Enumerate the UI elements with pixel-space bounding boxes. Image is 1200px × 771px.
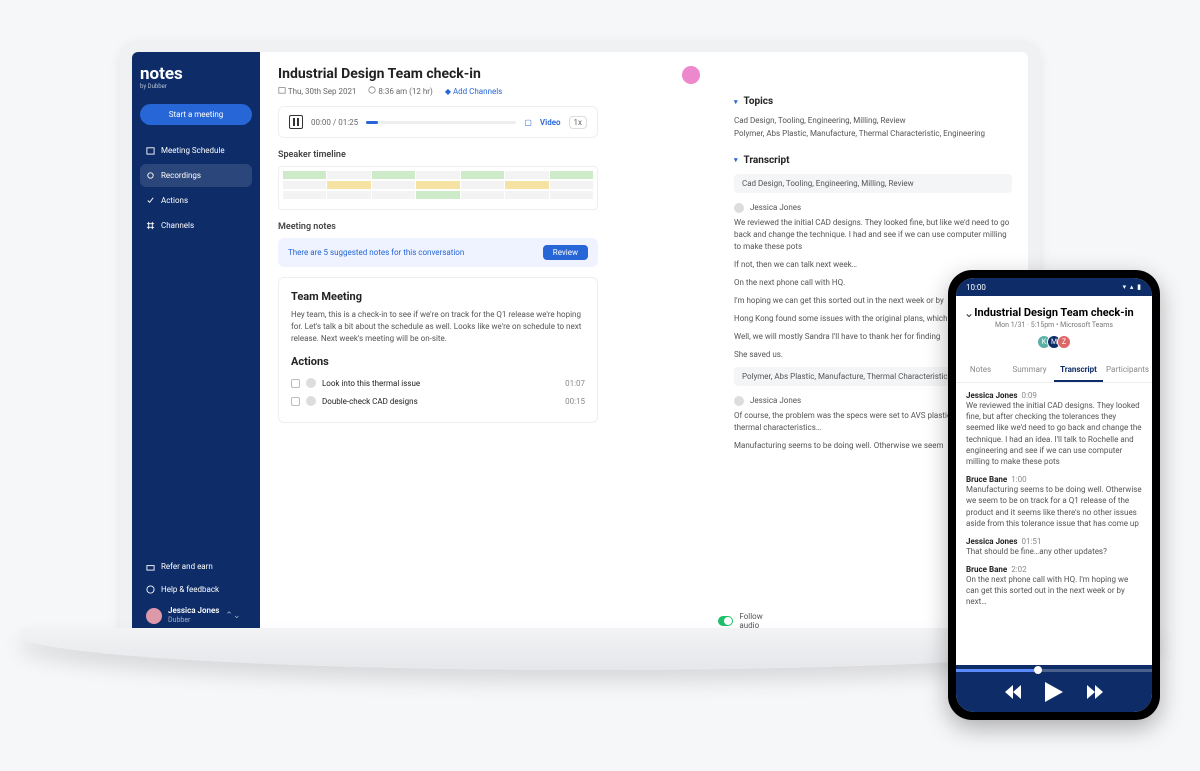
nav-label: Channels [161, 221, 194, 230]
transcript-speaker: Jessica Jones [734, 203, 1012, 213]
sidebar: notes by Dubber Start a meeting Meeting … [132, 52, 260, 640]
user-org: Dubber [168, 616, 219, 624]
chevron-updown-icon: ⌃⌄ [225, 611, 240, 621]
tab-notes[interactable]: Notes [956, 359, 1005, 382]
transcript-line: We reviewed the initial CAD designs. The… [734, 217, 1012, 253]
transcript-entry: Bruce Bane1:00 Manufacturing seems to be… [966, 475, 1142, 529]
hash-icon [146, 221, 155, 230]
phone-subtitle: Mon 1/31 · 5:15pm • Microsoft Teams [966, 321, 1142, 329]
transcript-line: If not, then we can talk next week… [734, 259, 1012, 271]
transcript-entry: Jessica Jones0:09 We reviewed the initia… [966, 391, 1142, 467]
meeting-meta: Thu, 30th Sep 2021 8:36 am (12 hr) ◆ Add… [278, 86, 700, 96]
audio-player: 00:00 / 01:25 ▢ Video 1x [278, 106, 598, 138]
tab-transcript[interactable]: Transcript [1054, 359, 1103, 382]
page-title: Industrial Design Team check-in [278, 66, 700, 82]
scrubber[interactable] [366, 121, 516, 124]
rewind-button[interactable] [1005, 685, 1021, 699]
transcript-entry: Bruce Bane2:02 On the next phone call wi… [966, 565, 1142, 608]
checkbox[interactable] [291, 379, 300, 388]
logo: notes [140, 66, 252, 83]
notes-title: Team Meeting [291, 290, 585, 303]
chevron-down-icon: ▾ [734, 156, 738, 164]
transcript-topic-chip: Cad Design, Tooling, Engineering, Millin… [734, 174, 1012, 193]
video-button[interactable]: Video [540, 118, 561, 127]
suggested-notes-banner: There are 5 suggested notes for this con… [278, 238, 598, 267]
actions-heading: Actions [291, 355, 585, 368]
clock: 10:00 [966, 283, 986, 292]
speed-button[interactable]: 1x [569, 116, 587, 129]
action-timestamp: 01:07 [565, 379, 585, 388]
action-timestamp: 00:15 [565, 397, 585, 406]
refer-label: Refer and earn [161, 562, 213, 571]
avatar [146, 608, 162, 624]
action-text: Look into this thermal issue [322, 379, 420, 388]
recordings-icon [146, 171, 155, 180]
notes-body: Hey team, this is a check-in to see if w… [291, 309, 585, 345]
phone-title: Industrial Design Team check-in [966, 306, 1142, 319]
nav-label: Actions [161, 196, 188, 205]
pause-button[interactable] [289, 115, 303, 129]
phone-header: ⌄ Industrial Design Team check-in Mon 1/… [956, 296, 1152, 359]
speaker-timeline[interactable] [278, 166, 598, 210]
transcript-toggle[interactable]: ▾Transcript [734, 155, 1012, 166]
topics-toggle[interactable]: ▾Topics [734, 96, 1012, 107]
logo-sub: by Dubber [140, 83, 252, 90]
user-menu[interactable]: Jessica Jones Dubber ⌃⌄ [140, 601, 252, 630]
action-item[interactable]: Double-check CAD designs 00:15 [291, 392, 585, 410]
sidebar-item-schedule[interactable]: Meeting Schedule [140, 139, 252, 162]
forward-button[interactable] [1087, 685, 1103, 699]
back-button[interactable]: ⌄ [964, 306, 974, 320]
account-avatar[interactable] [682, 66, 700, 84]
calendar-icon [146, 146, 155, 155]
review-button[interactable]: Review [543, 245, 588, 260]
speaker-timeline-heading: Speaker timeline [278, 150, 700, 160]
help-link[interactable]: Help & feedback [140, 578, 252, 601]
check-icon [146, 196, 155, 205]
play-button[interactable] [1045, 682, 1063, 702]
gift-icon [146, 562, 155, 571]
action-text: Double-check CAD designs [322, 397, 418, 406]
tab-participants[interactable]: Participants [1103, 359, 1152, 382]
player-time: 00:00 / 01:25 [311, 118, 358, 127]
assignee-avatar [306, 396, 316, 406]
avatar: Z [1057, 335, 1071, 349]
speaker-avatar [734, 203, 744, 213]
follow-audio-toggle[interactable] [718, 616, 733, 626]
phone-tabs: Notes Summary Transcript Participants [956, 359, 1152, 383]
phone-mockup: 10:00 ▾ ▴ ▮ ⌄ Industrial Design Team che… [948, 270, 1160, 720]
sidebar-item-recordings[interactable]: Recordings [140, 164, 252, 187]
nav-label: Meeting Schedule [161, 146, 225, 155]
status-icons: ▾ ▴ ▮ [1123, 283, 1142, 291]
chevron-down-icon: ▾ [734, 98, 738, 106]
add-channels-link[interactable]: ◆ Add Channels [445, 87, 502, 96]
meeting-date: Thu, 30th Sep 2021 [288, 87, 357, 96]
action-item[interactable]: Look into this thermal issue 01:07 [291, 374, 585, 392]
sidebar-item-actions[interactable]: Actions [140, 189, 252, 212]
status-bar: 10:00 ▾ ▴ ▮ [956, 278, 1152, 296]
refer-link[interactable]: Refer and earn [140, 555, 252, 578]
participant-avatars[interactable]: K M Z [966, 335, 1142, 349]
sidebar-item-channels[interactable]: Channels [140, 214, 252, 237]
meeting-notes-heading: Meeting notes [278, 222, 700, 232]
video-icon: ▢ [524, 118, 532, 127]
checkbox[interactable] [291, 397, 300, 406]
speaker-avatar [734, 396, 744, 406]
banner-text: There are 5 suggested notes for this con… [288, 248, 464, 257]
help-icon [146, 585, 155, 594]
nav-label: Recordings [161, 171, 201, 180]
phone-transcript[interactable]: Jessica Jones0:09 We reviewed the initia… [956, 383, 1152, 665]
start-meeting-button[interactable]: Start a meeting [140, 104, 252, 125]
phone-player [956, 665, 1152, 712]
user-name: Jessica Jones [168, 607, 219, 616]
main-content: Industrial Design Team check-in Thu, 30t… [260, 52, 718, 640]
transcript-entry: Jessica Jones01:51 That should be fine…a… [966, 537, 1142, 557]
assignee-avatar [306, 378, 316, 388]
tab-summary[interactable]: Summary [1005, 359, 1054, 382]
topics-list: Cad Design, Tooling, Engineering, Millin… [734, 115, 1012, 141]
phone-scrubber[interactable] [956, 669, 1152, 672]
notes-card: Team Meeting Hey team, this is a check-i… [278, 277, 598, 423]
help-label: Help & feedback [161, 585, 219, 594]
meeting-time: 8:36 am (12 hr) [378, 87, 432, 96]
